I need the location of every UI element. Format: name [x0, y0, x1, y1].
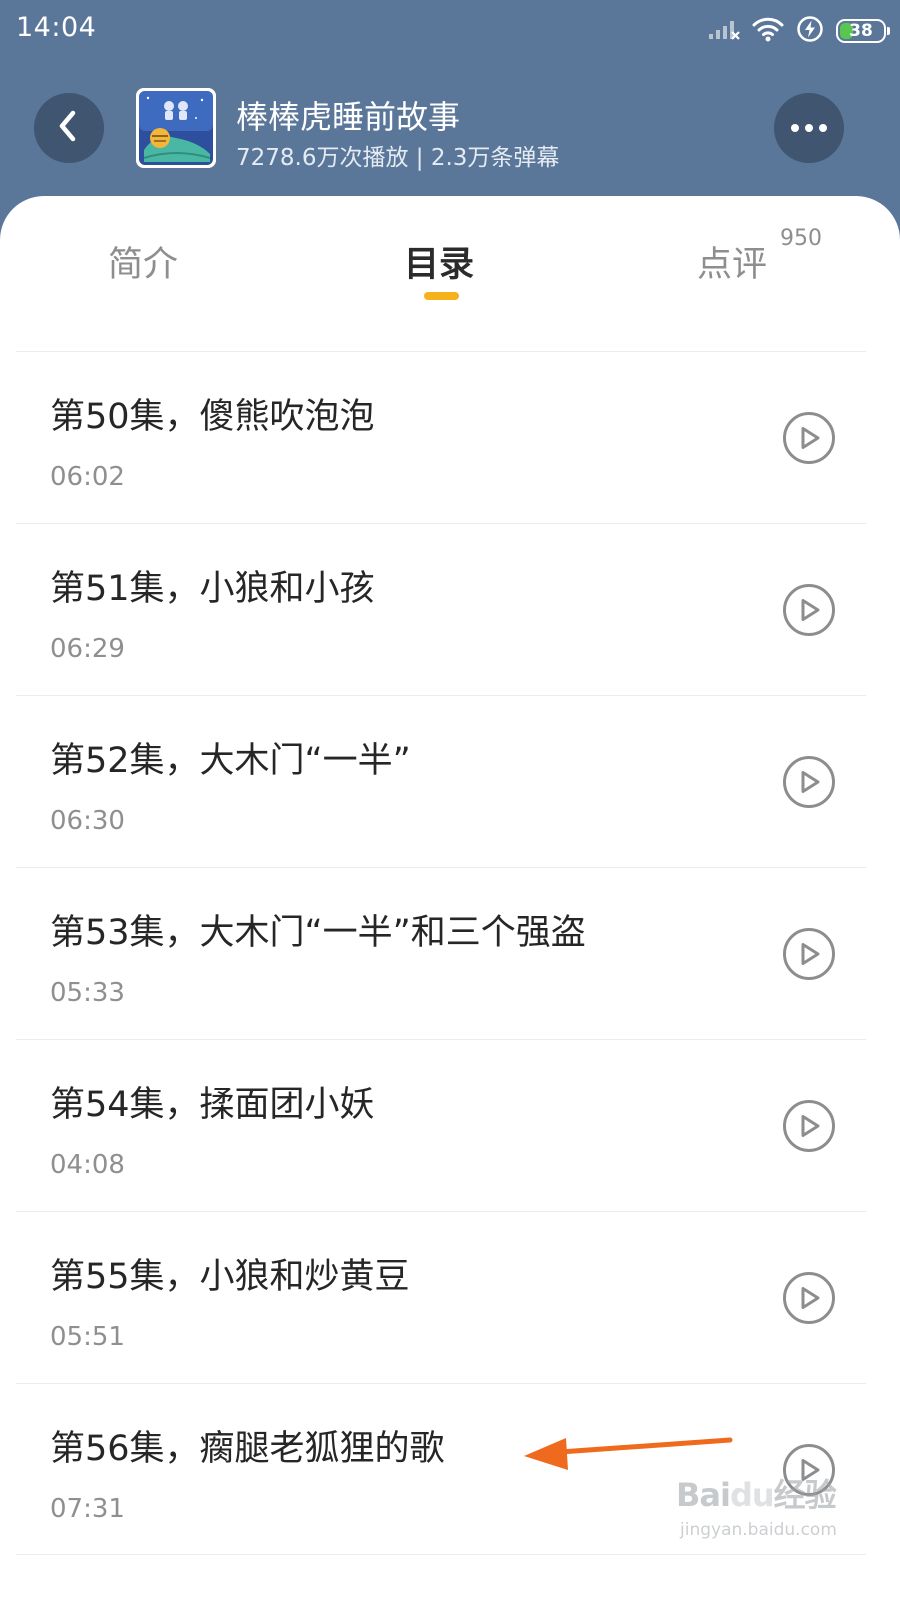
annotation-arrow-icon: [524, 1437, 733, 1470]
chevron-left-icon: [54, 109, 84, 147]
episode-title: 第51集，小狼和小孩: [50, 569, 375, 609]
episode-duration: 05:33: [50, 978, 125, 1008]
episode-row[interactable]: 第50集，傻熊吹泡泡 06:02: [16, 351, 866, 523]
content-panel: 简介 目录 点评 950 第50集，傻熊吹泡泡 06:02 第51集，小狼和小孩…: [0, 196, 900, 1600]
episode-duration: 07:31: [50, 1494, 125, 1524]
episode-title: 第50集，傻熊吹泡泡: [50, 397, 375, 437]
status-time: 14:04: [16, 12, 97, 43]
episode-row[interactable]: 第55集，小狼和炒黄豆 05:51: [16, 1211, 866, 1383]
episode-row[interactable]: 第52集，大木门“一半” 06:30: [16, 695, 866, 867]
episode-list: 第50集，傻熊吹泡泡 06:02 第51集，小狼和小孩 06:29 第52集，大…: [16, 351, 866, 1555]
play-icon[interactable]: [782, 755, 836, 809]
battery-icon: 38: [836, 19, 890, 43]
active-tab-indicator: [424, 292, 459, 300]
episode-duration: 06:02: [50, 462, 125, 492]
episode-row[interactable]: 第53集，大木门“一半”和三个强盗 05:33: [16, 867, 866, 1039]
album-meta: 7278.6万次播放 | 2.3万条弹幕: [236, 145, 560, 171]
reviews-count-badge: 950: [780, 226, 822, 251]
back-button[interactable]: [34, 93, 104, 163]
tab-intro[interactable]: 简介: [108, 236, 178, 287]
tab-reviews[interactable]: 点评: [697, 236, 767, 287]
play-icon[interactable]: [782, 1099, 836, 1153]
status-bar: 14:04 38: [0, 0, 900, 62]
more-dots-icon: [791, 124, 799, 132]
play-icon[interactable]: [782, 927, 836, 981]
status-icons: 38: [708, 14, 890, 48]
signal-off-icon: [708, 18, 740, 44]
episode-title: 第52集，大木门“一半”: [50, 741, 411, 781]
wifi-icon: [752, 16, 784, 46]
episode-row[interactable]: 第51集，小狼和小孩 06:29: [16, 523, 866, 695]
episode-duration: 06:29: [50, 634, 125, 664]
episode-title: 第56集，瘸腿老狐狸的歌: [50, 1429, 445, 1469]
charging-icon: [796, 15, 824, 47]
episode-title: 第54集，揉面团小妖: [50, 1085, 375, 1125]
more-button[interactable]: [774, 93, 844, 163]
play-icon[interactable]: [782, 1271, 836, 1325]
play-icon[interactable]: [782, 583, 836, 637]
episode-row[interactable]: 第56集，瘸腿老狐狸的歌 07:31: [16, 1383, 866, 1555]
album-cover-art: [136, 88, 216, 168]
episode-duration: 04:08: [50, 1150, 125, 1180]
episode-title: 第53集，大木门“一半”和三个强盗: [50, 913, 586, 953]
album-title: 棒棒虎睡前故事: [236, 98, 461, 136]
play-icon[interactable]: [782, 411, 836, 465]
episode-duration: 06:30: [50, 806, 125, 836]
tab-catalog[interactable]: 目录: [404, 236, 474, 287]
album-cover[interactable]: [136, 88, 216, 168]
episode-row[interactable]: 第54集，揉面团小妖 04:08: [16, 1039, 866, 1211]
battery-level: 38: [849, 20, 873, 41]
episode-title: 第55集，小狼和炒黄豆: [50, 1257, 410, 1297]
episode-duration: 05:51: [50, 1322, 125, 1352]
play-icon[interactable]: [782, 1443, 836, 1497]
